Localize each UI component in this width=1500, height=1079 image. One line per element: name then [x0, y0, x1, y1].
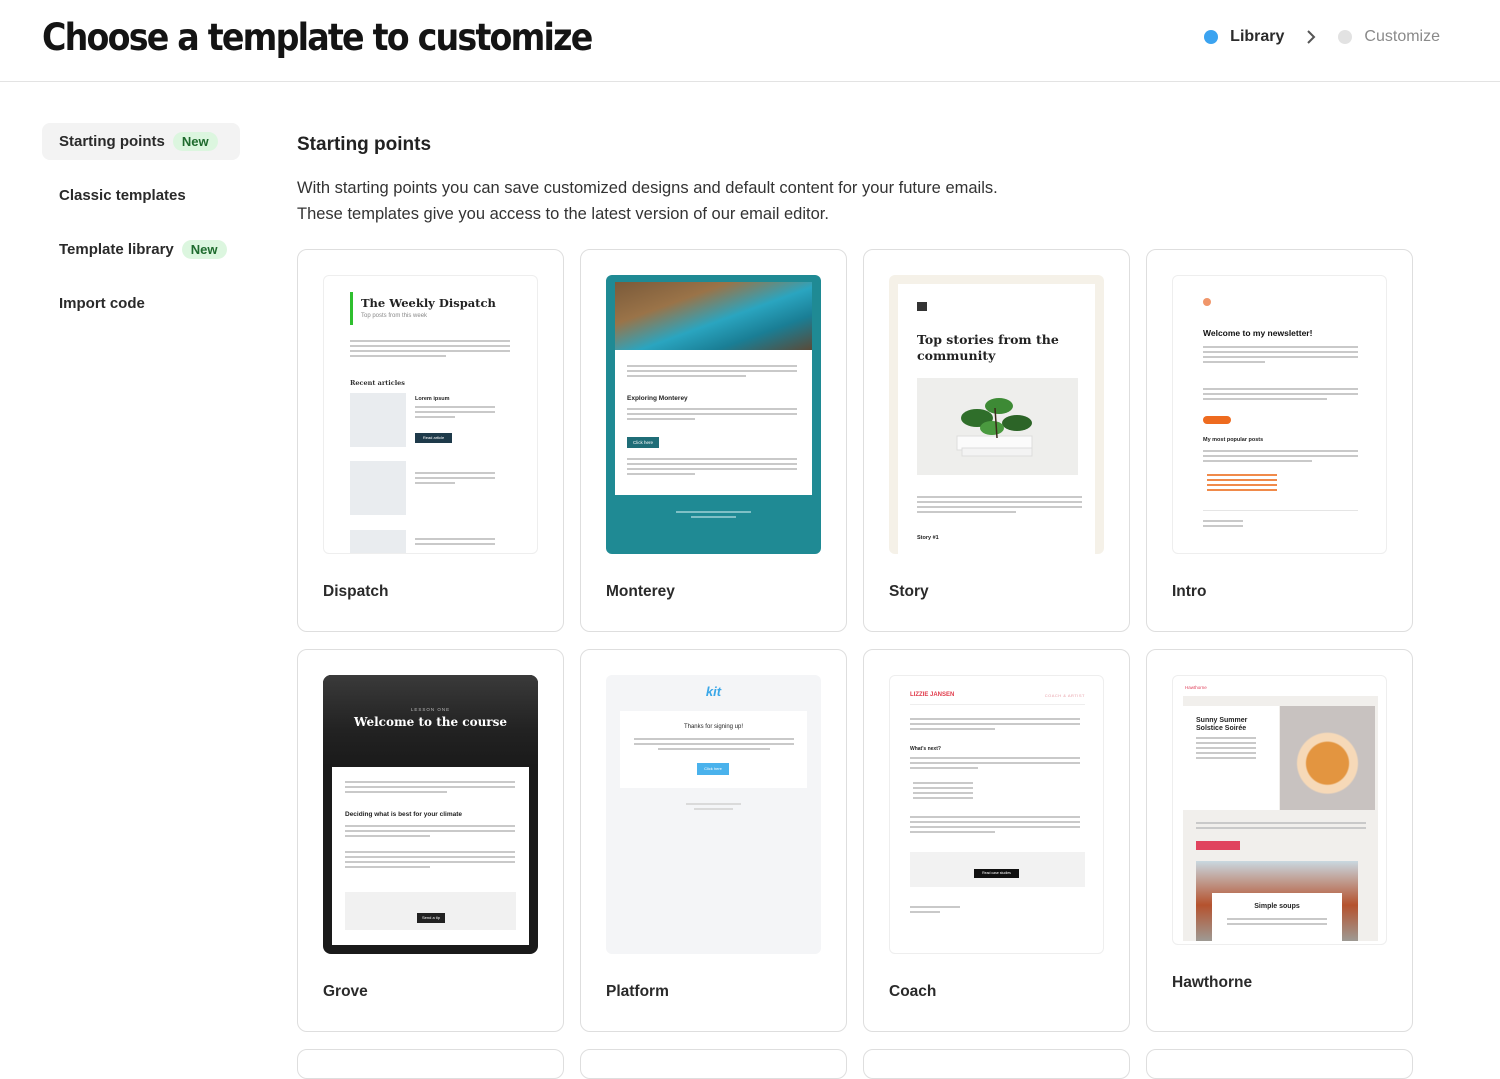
sidebar: Starting points New Classic templates Te…	[42, 123, 240, 339]
preview-section: What's next?	[910, 746, 941, 752]
step-customize[interactable]: Customize	[1338, 28, 1440, 46]
sidebar-item-label: Template library	[59, 241, 174, 258]
template-card-story[interactable]: Top stories from the community Story #1 …	[863, 249, 1130, 632]
chevron-right-icon	[1306, 30, 1316, 44]
template-card[interactable]	[297, 1049, 564, 1079]
preview-button	[1203, 416, 1231, 424]
top-bar: Choose a template to customize Library C…	[0, 0, 1500, 82]
preview-heading: Sunny Summer Solstice Soirée	[1196, 717, 1248, 732]
preview-heading: Welcome to my newsletter!	[1203, 328, 1313, 338]
preview-button: Read article	[415, 433, 452, 443]
main-content: Starting points With starting points you…	[297, 123, 1413, 1079]
progress-stepper: Library Customize	[1204, 28, 1440, 46]
preview-section: Deciding what is best for your climate	[345, 811, 463, 818]
template-card[interactable]	[863, 1049, 1130, 1079]
page-title: Choose a template to customize	[42, 16, 593, 59]
template-preview: Top stories from the community Story #1	[889, 275, 1104, 554]
preview-heading: Welcome to the course	[353, 715, 508, 729]
template-preview: Welcome to my newsletter! My most popula…	[1172, 275, 1387, 554]
step-inactive-dot-icon	[1338, 30, 1353, 44]
preview-button: Click here	[627, 437, 659, 448]
template-name: Grove	[323, 983, 368, 1000]
template-name: Intro	[1172, 583, 1207, 600]
preview-section: Simple soups	[1254, 903, 1300, 910]
section-description: With starting points you can save custom…	[297, 175, 1412, 227]
template-card-dispatch[interactable]: The Weekly Dispatch Top posts from this …	[297, 249, 564, 632]
new-badge: New	[172, 132, 218, 151]
template-name: Monterey	[606, 583, 675, 600]
sidebar-item-template-library[interactable]: Template library New	[42, 231, 240, 268]
template-preview: Exploring Monterey Click here	[606, 275, 821, 554]
kit-logo-icon: kit	[705, 684, 722, 699]
croissant-photo-image	[1280, 706, 1375, 810]
preview-section: Recent articles	[350, 379, 405, 387]
template-name: Coach	[889, 983, 937, 1000]
template-card-hawthorne[interactable]: Hawthorne Sunny Summer Solstice Soirée S…	[1146, 649, 1413, 1032]
preview-button: Click here	[697, 763, 729, 775]
section-title: Starting points	[297, 134, 432, 155]
preview-button: Send a tip	[417, 913, 445, 923]
template-name: Dispatch	[323, 583, 389, 600]
sidebar-item-label: Classic templates	[59, 187, 186, 204]
preview-brand: Hawthorne	[1185, 685, 1207, 690]
template-card[interactable]	[580, 1049, 847, 1079]
preview-heading: Exploring Monterey	[627, 395, 688, 402]
template-card-monterey[interactable]: Exploring Monterey Click here Monterey	[580, 249, 847, 632]
preview-button: Read case studies	[974, 869, 1019, 878]
template-preview: kit Thanks for signing up! Click here	[606, 675, 821, 954]
preview-item: Lorem ipsum	[415, 396, 450, 402]
new-badge: New	[181, 240, 227, 259]
preview-button	[1196, 841, 1240, 850]
template-grid: The Weekly Dispatch Top posts from this …	[297, 249, 1413, 1079]
plant-photo-image	[917, 378, 1078, 475]
avatar	[1203, 298, 1211, 306]
sidebar-item-label: Import code	[59, 295, 145, 312]
template-card-platform[interactable]: kit Thanks for signing up! Click here Pl…	[580, 649, 847, 1032]
step-library[interactable]: Library	[1204, 28, 1284, 46]
preview-tag: COACH & ARTIST	[1044, 693, 1085, 698]
preview-subheading: Top posts from this week	[361, 313, 428, 319]
template-card-grove[interactable]: LESSON ONE Welcome to the course Decidin…	[297, 649, 564, 1032]
template-card-coach[interactable]: LIZZIE JANSEN COACH & ARTIST What's next…	[863, 649, 1130, 1032]
description-line: These templates give you access to the l…	[297, 205, 829, 223]
logo-icon	[917, 302, 927, 311]
template-preview: LESSON ONE Welcome to the course Decidin…	[323, 675, 538, 954]
template-name: Hawthorne	[1172, 974, 1253, 991]
template-preview: The Weekly Dispatch Top posts from this …	[323, 275, 538, 554]
preview-kicker: LESSON ONE	[410, 707, 451, 712]
template-name: Story	[889, 583, 929, 600]
preview-brand: LIZZIE JANSEN	[910, 692, 955, 698]
sidebar-item-label: Starting points	[59, 133, 165, 150]
template-card-intro[interactable]: Welcome to my newsletter! My most popula…	[1146, 249, 1413, 632]
sidebar-item-starting-points[interactable]: Starting points New	[42, 123, 240, 160]
preview-heading: Thanks for signing up!	[683, 724, 744, 730]
preview-section: My most popular posts	[1203, 437, 1264, 443]
sidebar-item-classic-templates[interactable]: Classic templates	[42, 177, 240, 214]
template-preview: LIZZIE JANSEN COACH & ARTIST What's next…	[889, 675, 1104, 954]
step-active-dot-icon	[1204, 30, 1219, 44]
image-placeholder-icon	[350, 461, 406, 515]
description-line: With starting points you can save custom…	[297, 179, 998, 197]
template-name: Platform	[606, 983, 669, 1000]
template-card[interactable]	[1146, 1049, 1413, 1079]
sidebar-item-import-code[interactable]: Import code	[42, 285, 240, 322]
image-placeholder-icon	[350, 530, 406, 553]
preview-heading: Top stories from the community	[917, 332, 1059, 363]
coast-photo-image	[615, 282, 812, 350]
step-label: Library	[1230, 28, 1285, 45]
preview-heading: The Weekly Dispatch	[361, 296, 496, 310]
image-placeholder-icon	[350, 393, 406, 447]
template-preview: Hawthorne Sunny Summer Solstice Soirée S…	[1172, 675, 1387, 945]
step-label: Customize	[1364, 28, 1440, 45]
preview-item: Story #1	[917, 535, 939, 541]
